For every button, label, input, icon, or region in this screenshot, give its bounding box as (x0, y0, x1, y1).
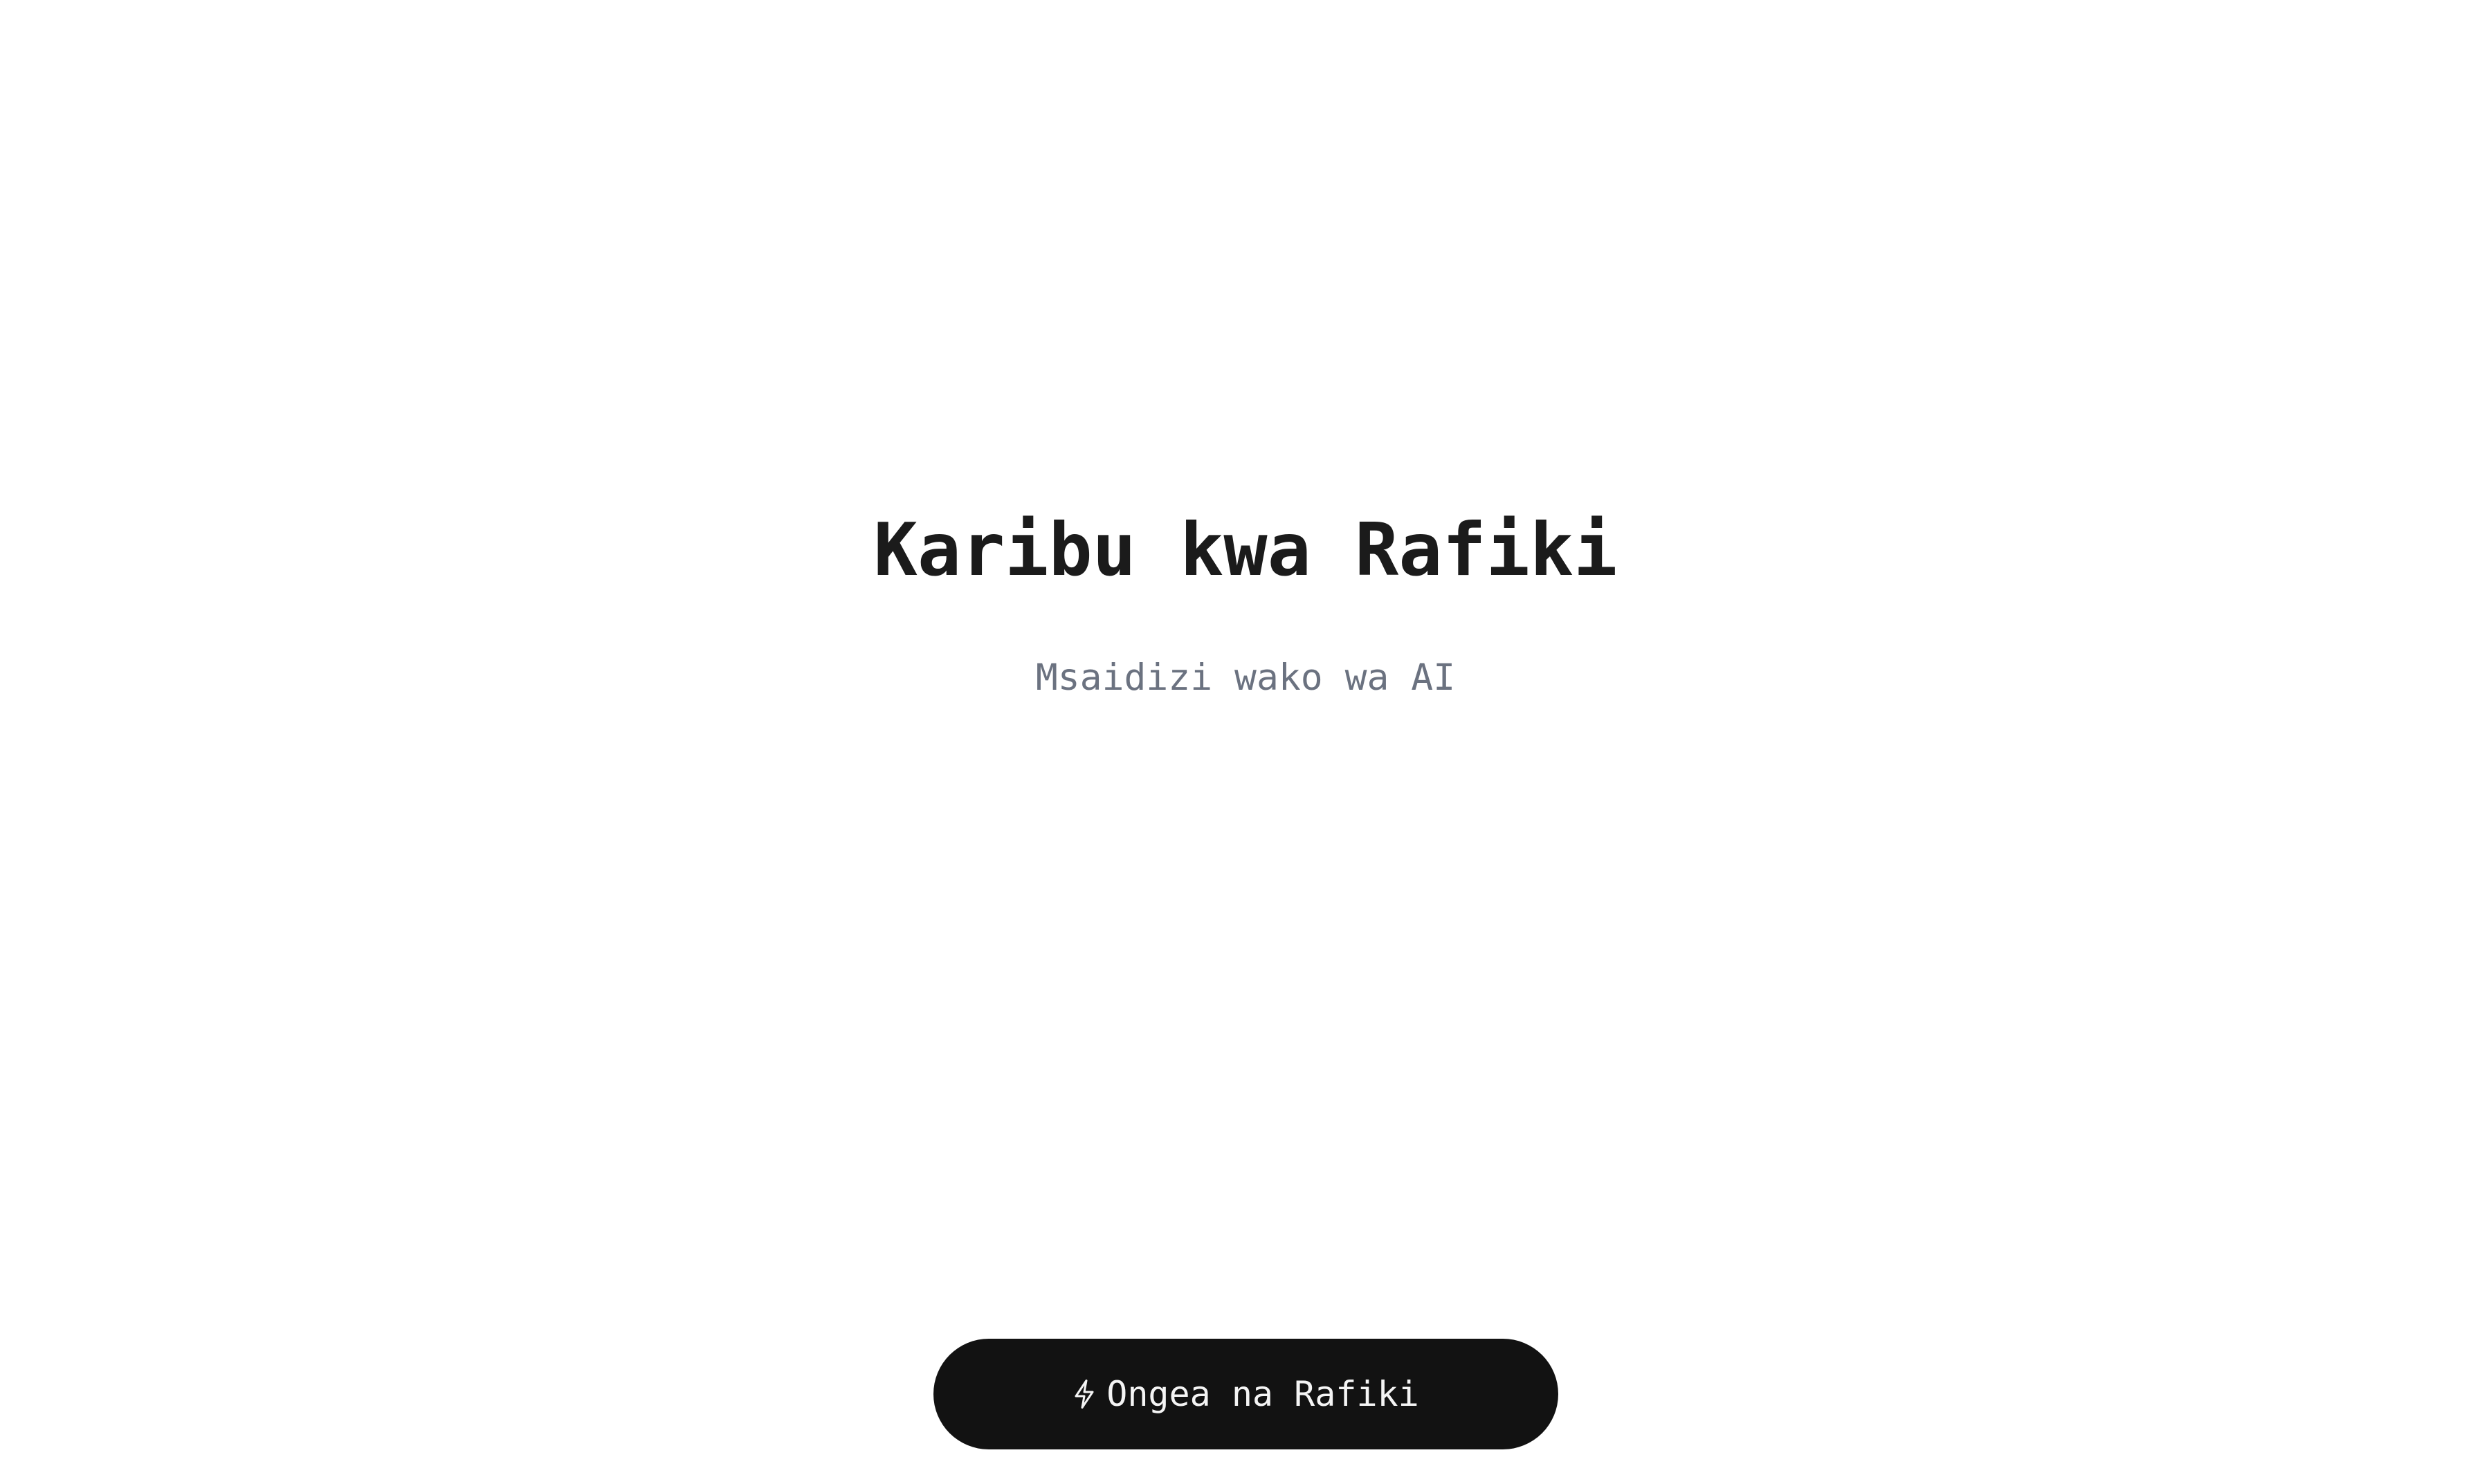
lightning-icon (1072, 1378, 1097, 1410)
page-subtitle: Msaidizi wako wa AI (1035, 657, 1456, 699)
talk-to-rafiki-button[interactable]: Ongea na Rafiki (933, 1339, 1558, 1449)
talk-to-rafiki-label: Ongea na Rafiki (1106, 1374, 1419, 1414)
welcome-screen: Karibu kwa Rafiki Msaidizi wako wa AI On… (0, 0, 2491, 1484)
cta-container: Ongea na Rafiki (0, 1339, 2491, 1449)
hero-section: Karibu kwa Rafiki Msaidizi wako wa AI (0, 498, 2491, 702)
page-title: Karibu kwa Rafiki (873, 508, 1618, 592)
